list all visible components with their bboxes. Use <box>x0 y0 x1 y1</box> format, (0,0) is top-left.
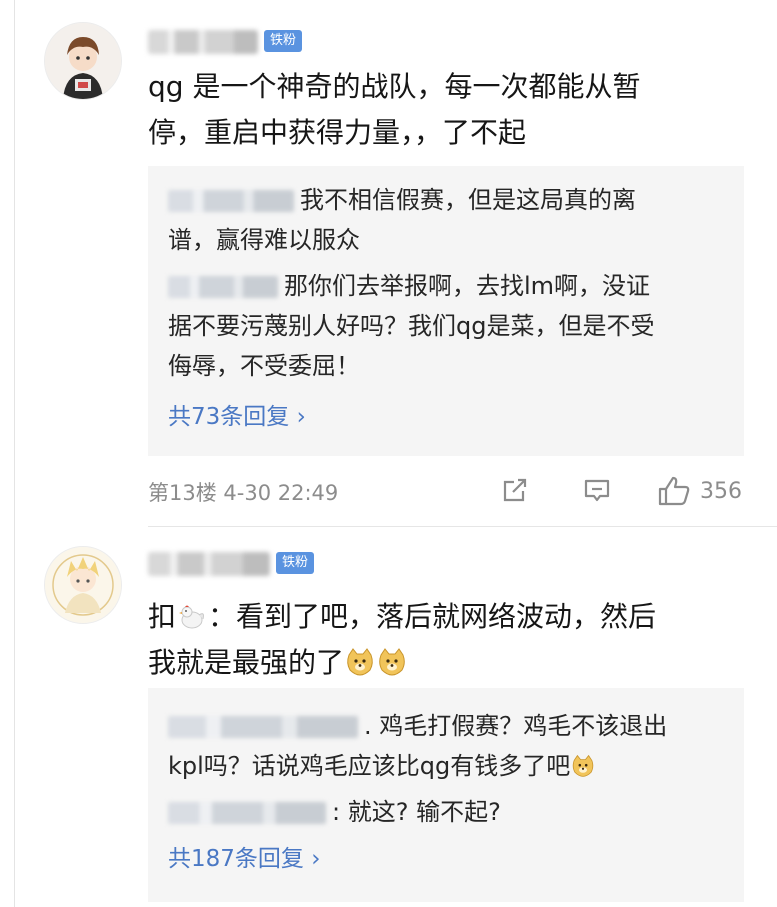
comment-line: 我就是最强的了 <box>148 640 728 686</box>
comment-text: qg 是一个神奇的战队，每一次都能从暂 停，重启中获得力量，，了不起 <box>148 64 728 156</box>
avatar[interactable] <box>44 546 122 624</box>
doge-emoji <box>379 648 405 676</box>
fan-badge: 铁粉 <box>276 552 315 574</box>
replies-box[interactable]: . 鸡毛打假赛？鸡毛不该退出 kpl吗？话说鸡毛应该比qg有钱多了吧 : 就这?… <box>148 688 744 902</box>
share-button[interactable] <box>499 474 531 506</box>
username-blurred[interactable] <box>148 30 258 54</box>
comment-line: qg 是一个神奇的战队，每一次都能从暂 <box>148 70 641 103</box>
reply-item[interactable]: 那你们去举报啊，去找lm啊，没证 据不要污蔑别人好吗？我们qg是菜，但是不受 侮… <box>168 266 728 386</box>
reply-line: : 就这? 输不起? <box>168 792 728 832</box>
comment-text: 扣 ：看到了吧，落后就网络波动，然后 我就是最强的了 <box>148 594 728 686</box>
view-more-replies-link[interactable]: 共187条回复 › <box>168 842 320 876</box>
comment-post-2: 铁粉 扣 ：看到了吧，落后就网络波动，然后 我就是最强的了 . 鸡毛打假赛？鸡毛… <box>0 530 777 907</box>
username-blurred[interactable] <box>148 552 270 576</box>
comment-post-1: 铁粉 qg 是一个神奇的战队，每一次都能从暂 停，重启中获得力量，，了不起 我不… <box>0 0 777 530</box>
reply-line: 我不相信假赛，但是这局真的离 <box>168 180 728 220</box>
reply-line: kpl吗？话说鸡毛应该比qg有钱多了吧 <box>168 746 728 786</box>
fan-badge: 铁粉 <box>264 30 303 52</box>
reply-username-blurred <box>168 190 294 212</box>
avatar[interactable] <box>44 22 122 100</box>
avatar-illustration-icon <box>45 547 121 623</box>
reply-line: 侮辱，不受委屈！ <box>168 352 360 380</box>
reply-item[interactable]: 我不相信假赛，但是这局真的离 谱，赢得难以服众 <box>168 180 728 260</box>
reply-line: 谱，赢得难以服众 <box>168 226 360 254</box>
replies-box[interactable]: 我不相信假赛，但是这局真的离 谱，赢得难以服众 那你们去举报啊，去找lm啊，没证… <box>148 166 744 456</box>
comment-prefix: 扣 <box>148 600 177 633</box>
reply-username-blurred <box>168 276 278 298</box>
reply-username-blurred <box>168 802 326 824</box>
share-icon <box>503 478 527 502</box>
reply-line: . 鸡毛打假赛？鸡毛不该退出 <box>168 706 728 746</box>
comment-body: ：看到了吧，落后就网络波动，然后 <box>208 600 657 633</box>
avatar-illustration-icon <box>45 23 121 99</box>
comment-line: 扣 ：看到了吧，落后就网络波动，然后 <box>148 594 728 640</box>
comment-icon <box>584 479 610 502</box>
divider <box>148 526 777 527</box>
reply-username-blurred <box>168 716 358 738</box>
reply-item[interactable]: . 鸡毛打假赛？鸡毛不该退出 kpl吗？话说鸡毛应该比qg有钱多了吧 <box>168 706 728 786</box>
doge-emoji <box>347 648 373 676</box>
chicken-emoji <box>179 605 205 629</box>
reply-line: 那你们去举报啊，去找lm啊，没证 <box>168 266 728 306</box>
reply-line: 据不要污蔑别人好吗？我们qg是菜，但是不受 <box>168 312 655 340</box>
thumbs-up-icon <box>658 476 690 506</box>
reply-item[interactable]: : 就这? 输不起? <box>168 792 728 832</box>
floor-and-time: 第13楼 4-30 22:49 <box>148 481 339 505</box>
doge-emoji <box>573 754 594 777</box>
like-count: 356 <box>700 478 742 504</box>
view-more-replies-link[interactable]: 共73条回复 › <box>168 400 306 434</box>
reply-button[interactable] <box>581 474 613 506</box>
comment-line: 停，重启中获得力量，，了不起 <box>148 116 527 149</box>
like-button[interactable]: 356 <box>656 474 742 508</box>
